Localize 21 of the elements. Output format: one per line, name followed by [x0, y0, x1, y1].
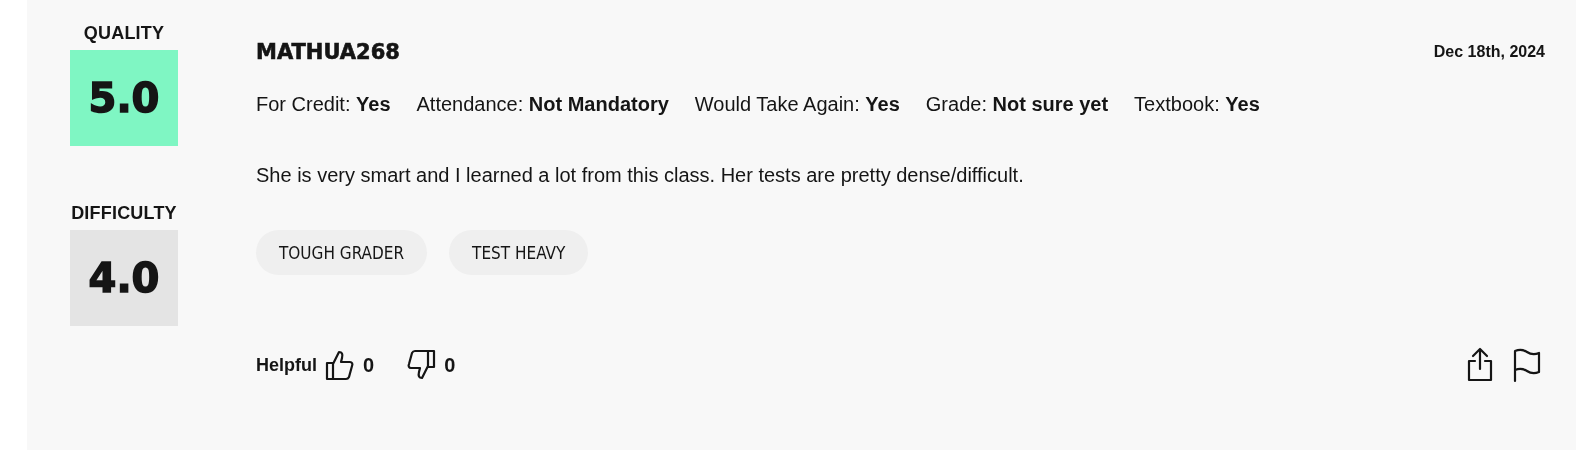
username: MATHUA268: [256, 40, 400, 64]
thumbs-down-icon[interactable]: [406, 349, 437, 381]
review-detail: For Credit: Yes: [256, 93, 391, 116]
review-tag: TEST HEAVY: [449, 230, 589, 275]
thumbs-up-icon[interactable]: [325, 349, 355, 381]
review-detail: Textbook: Yes: [1134, 93, 1260, 116]
review-comment: She is very smart and I learned a lot from this class. Her tests are pretty dense/difficult.: [256, 164, 1025, 187]
rating-score: 4.0: [70, 230, 178, 326]
rating-label: DIFFICULTY: [71, 202, 177, 224]
review-tag: TOUGH GRADER: [256, 230, 428, 275]
rating-label: QUALITY: [83, 22, 165, 44]
thumbs-up-count: 0: [363, 353, 375, 377]
helpful-label: Helpful: [256, 354, 317, 376]
review-detail: Attendance: Not Mandatory: [416, 93, 669, 116]
thumbs-down-count: 0: [444, 353, 456, 377]
review-date: Dec 18th, 2024: [1433, 43, 1545, 61]
rating-score: 5.0: [70, 50, 178, 146]
share-icon[interactable]: [1466, 347, 1494, 383]
flag-icon[interactable]: [1512, 347, 1542, 383]
review-detail: Grade: Not sure yet: [925, 93, 1109, 116]
review-detail: Would Take Again: Yes: [694, 93, 900, 116]
